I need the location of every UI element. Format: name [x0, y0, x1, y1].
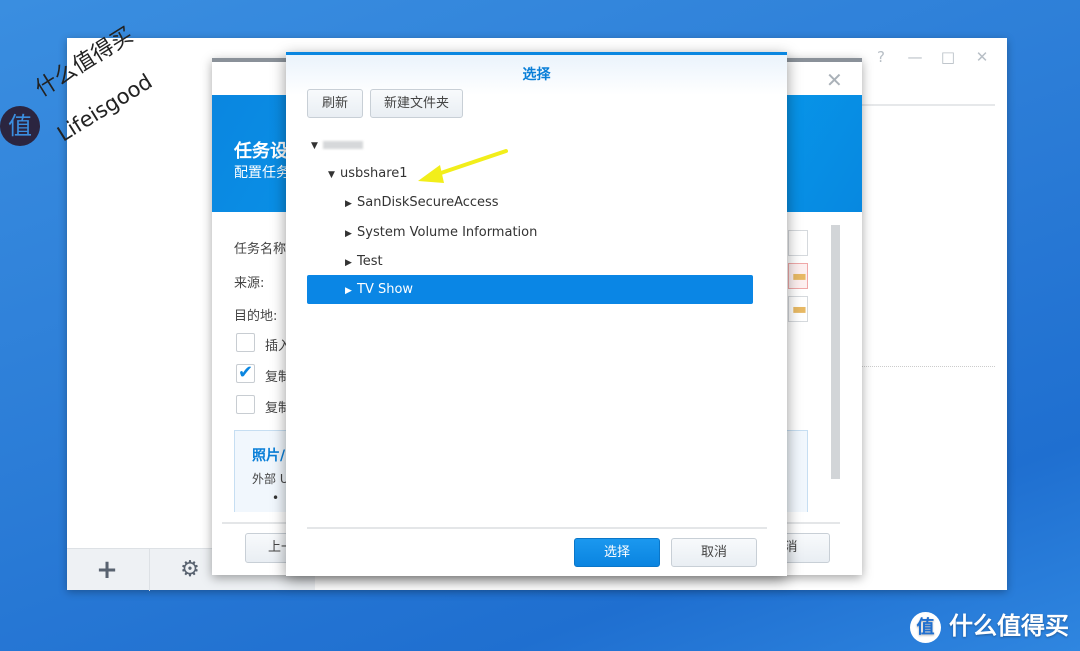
wizard-title: 任务设 [234, 141, 288, 162]
scrollbar[interactable] [831, 225, 840, 479]
info-text: 外部 U [252, 472, 289, 486]
tree-node-selected[interactable]: ▶ TV Show [307, 275, 753, 304]
watermark: 值 什么值得买 Lifeisgood [0, 23, 198, 166]
tree-node[interactable]: ▶ Test [345, 247, 383, 276]
wizard-subtitle: 配置任务 [234, 165, 290, 181]
close-icon[interactable]: ✕ [971, 48, 993, 66]
task-name-label: 任务名称 [234, 242, 287, 257]
maximize-icon[interactable]: □ [937, 48, 959, 66]
caret-right-icon[interactable]: ▶ [345, 249, 357, 278]
destination-label: 目的地: [234, 309, 278, 324]
logo-icon: 值 [910, 611, 941, 643]
source-label: 来源: [234, 276, 265, 291]
redacted-name [323, 140, 363, 149]
task-name-input[interactable] [788, 230, 808, 256]
caret-down-icon[interactable]: ▼ [328, 161, 340, 190]
tree-node-label: usbshare1 [340, 166, 408, 181]
tree-node-label: Test [357, 254, 383, 269]
site-logo: 值什么值得买 [910, 606, 1069, 643]
tree-node-label: SanDiskSecureAccess [357, 195, 499, 210]
tree-node[interactable]: ▶ TV Show [345, 275, 413, 304]
divider [307, 527, 767, 529]
tree-node-label: TV Show [357, 282, 414, 297]
source-folder-icon[interactable]: ▬ [788, 263, 808, 289]
caret-down-icon[interactable]: ▼ [311, 132, 323, 161]
divider [862, 104, 995, 106]
minimize-icon[interactable]: — [904, 48, 926, 66]
destination-folder-icon[interactable]: ▬ [788, 296, 808, 322]
folder-picker-dialog: 选择 刷新 新建文件夹 ▼ ▼ usbshare1 ▶ SanDiskSecureA… [286, 52, 787, 576]
tree-node-root[interactable]: ▼ [311, 130, 363, 159]
separator [149, 549, 150, 591]
add-icon[interactable]: + [87, 555, 127, 585]
new-folder-button[interactable]: 新建文件夹 [370, 89, 463, 118]
tree-node[interactable]: ▶ System Volume Information [345, 218, 537, 247]
info-title: 照片/ [252, 448, 286, 464]
dialog-title: 选择 [522, 67, 551, 83]
gear-icon[interactable]: ⚙ [170, 557, 210, 582]
divider [862, 366, 995, 367]
option-checkbox-checked[interactable]: ✔ [236, 364, 255, 383]
cancel-button[interactable]: 取消 [671, 538, 757, 567]
caret-right-icon[interactable]: ▶ [345, 220, 357, 249]
watermark-logo-icon: 值 [0, 106, 40, 146]
caret-right-icon[interactable]: ▶ [345, 190, 357, 219]
option-checkbox[interactable] [236, 333, 255, 352]
help-icon[interactable]: ? [870, 48, 892, 66]
tree-node-share[interactable]: ▼ usbshare1 [328, 159, 408, 188]
refresh-button[interactable]: 刷新 [307, 89, 363, 118]
close-icon[interactable]: ✕ [826, 68, 843, 92]
option-checkbox[interactable] [236, 395, 255, 414]
caret-right-icon[interactable]: ▶ [345, 277, 357, 306]
info-bullet: • [272, 491, 280, 505]
logo-text: 什么值得买 [949, 612, 1069, 640]
yellow-arrow-annotation [418, 149, 508, 183]
tree-node-label: System Volume Information [357, 225, 538, 240]
select-button[interactable]: 选择 [574, 538, 660, 567]
